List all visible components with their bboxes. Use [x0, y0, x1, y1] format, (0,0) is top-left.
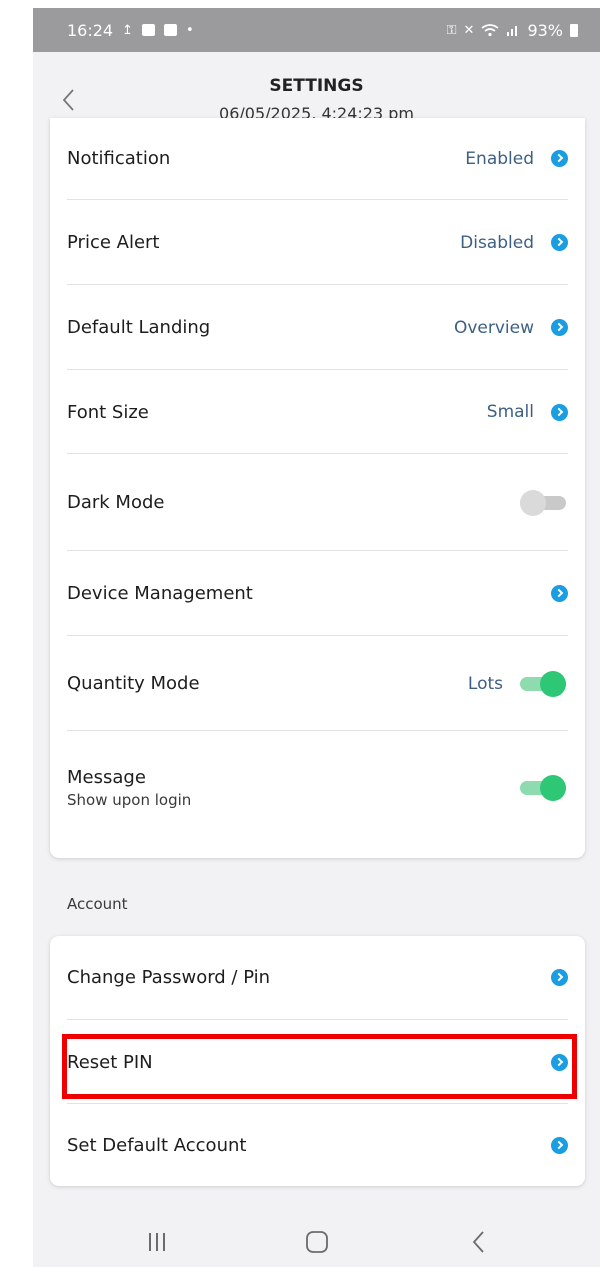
row-value: Enabled	[465, 148, 534, 169]
chevron-right-icon	[551, 1053, 568, 1071]
row-label: Dark Mode	[67, 492, 165, 513]
chevron-right-icon	[551, 234, 568, 251]
quantity-mode-toggle[interactable]	[520, 669, 568, 699]
account-row-set-default-account[interactable]: Set Default Account	[67, 1105, 568, 1186]
settings-row-notification[interactable]: Notification Enabled	[67, 118, 568, 200]
key-icon: ⚿	[446, 22, 457, 38]
page-title: SETTINGS	[269, 76, 364, 96]
status-time: 16:24	[67, 20, 114, 40]
settings-row-device-management[interactable]: Device Management	[67, 552, 568, 636]
chevron-right-icon	[551, 319, 568, 336]
chevron-right-icon	[551, 403, 568, 421]
row-value: Overview	[453, 317, 534, 338]
settings-row-default-landing[interactable]: Default Landing Overview	[67, 286, 568, 370]
settings-row-dark-mode: Dark Mode	[67, 455, 568, 551]
row-label: Set Default Account	[67, 1135, 247, 1156]
home-icon	[306, 1231, 328, 1253]
home-button[interactable]	[297, 1222, 337, 1262]
row-label: Notification	[67, 148, 171, 169]
chevron-right-icon	[551, 1137, 568, 1154]
section-label-account: Account	[67, 895, 128, 913]
settings-row-price-alert[interactable]: Price Alert Disabled	[67, 201, 568, 285]
system-nav-bar	[33, 1210, 600, 1267]
checkbox-icon	[164, 24, 178, 36]
row-label: Message	[67, 767, 146, 788]
message-toggle[interactable]	[520, 773, 568, 803]
chevron-right-icon	[551, 969, 568, 986]
account-card: Change Password / Pin Reset PIN Set Defa…	[50, 936, 585, 1186]
chevron-right-icon	[551, 150, 568, 167]
settings-row-quantity-mode: Quantity Mode Lots	[67, 637, 568, 731]
phone-screen: 16:24 ↥ • ⚿ ✕ 93% SETTINGS 06/05/2025, 4…	[33, 8, 600, 1267]
dot-icon: •	[186, 22, 194, 38]
recents-icon	[149, 1233, 165, 1251]
account-row-reset-pin[interactable]: Reset PIN	[67, 1021, 568, 1104]
row-value: Small	[486, 402, 534, 422]
upload-icon: ↥	[122, 22, 134, 38]
dark-mode-toggle[interactable]	[520, 488, 568, 518]
row-label: Change Password / Pin	[67, 967, 271, 988]
row-label: Price Alert	[67, 232, 160, 253]
wifi-icon	[481, 24, 499, 37]
row-value: Lots	[467, 673, 503, 694]
signal-icon	[507, 26, 518, 36]
back-icon	[472, 1231, 484, 1253]
account-row-change-password[interactable]: Change Password / Pin	[67, 936, 568, 1020]
chevron-right-icon	[551, 585, 568, 602]
image-icon	[142, 24, 156, 36]
row-sublabel: Show upon login	[67, 791, 192, 809]
battery-level: 93%	[527, 20, 563, 40]
battery-icon	[570, 23, 578, 37]
mute-icon: ✕	[463, 22, 475, 38]
row-label: Reset PIN	[67, 1051, 153, 1073]
recents-button[interactable]	[137, 1222, 177, 1262]
row-label: Device Management	[67, 583, 253, 604]
settings-card: Notification Enabled Price Alert Disable…	[50, 118, 585, 858]
row-label: Quantity Mode	[67, 673, 200, 694]
status-bar: 16:24 ↥ • ⚿ ✕ 93%	[33, 8, 600, 52]
row-value: Disabled	[460, 232, 534, 253]
row-label: Font Size	[67, 401, 149, 423]
settings-row-message: Message Show upon login	[67, 732, 568, 844]
settings-row-font-size[interactable]: Font Size Small	[67, 371, 568, 454]
back-nav-button[interactable]	[458, 1222, 498, 1262]
row-label: Default Landing	[67, 317, 211, 338]
